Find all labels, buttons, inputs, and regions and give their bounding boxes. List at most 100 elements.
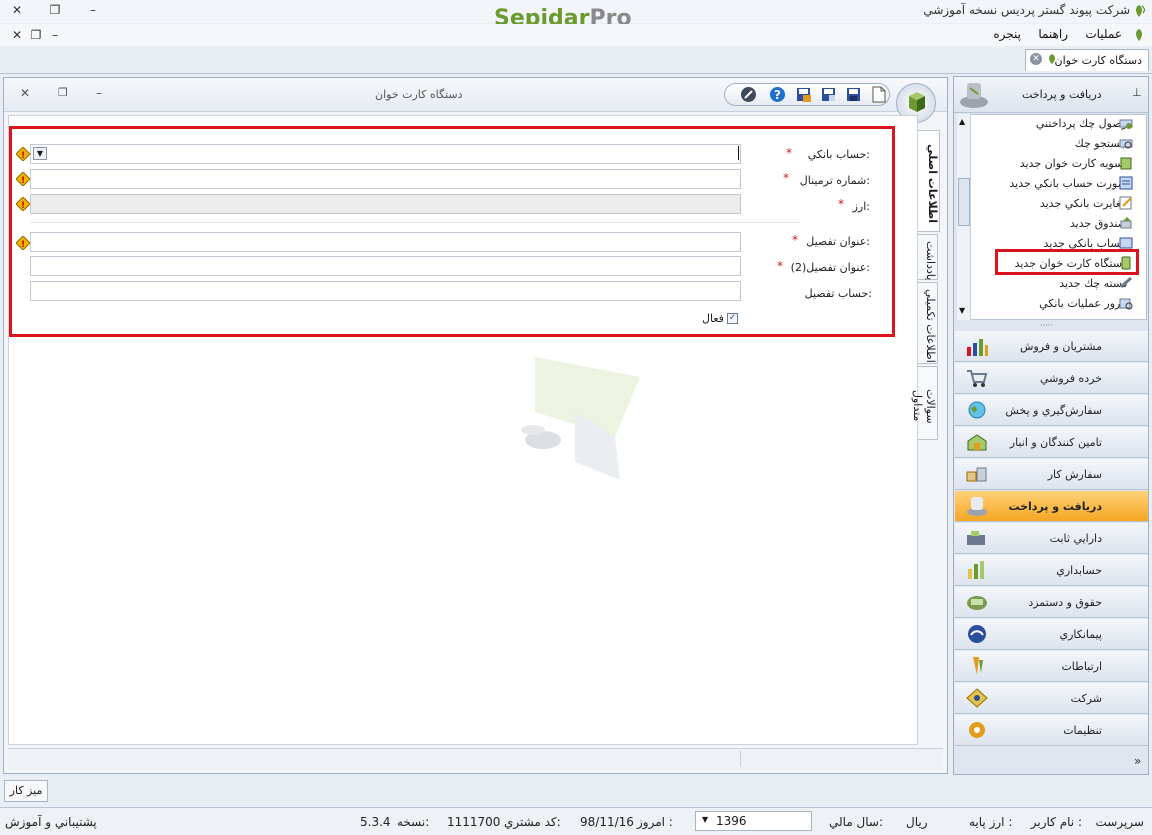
- scroll-up-icon[interactable]: ▲: [959, 117, 965, 126]
- customer-code-value: 1111700: [447, 815, 501, 829]
- nav-label: تنظيمات: [1063, 724, 1102, 737]
- vtab-extra-info[interactable]: اطلاعات تکميلي: [918, 282, 938, 364]
- list-item[interactable]: وصول چك پرداختني: [1036, 117, 1127, 130]
- reconcile-icon: [1119, 196, 1133, 210]
- payroll-icon: [965, 591, 989, 613]
- username-value: سرپرست: [1095, 815, 1144, 829]
- minimize-app-icon[interactable]: –: [84, 2, 102, 18]
- fiscal-year-value: 1396: [716, 814, 747, 828]
- nav-label: سفارش کار: [1047, 468, 1102, 481]
- base-currency-value: ريال: [906, 815, 928, 829]
- tab-card-reader[interactable]: دستگاه کارت خوان: [1025, 49, 1149, 71]
- detail-account-input[interactable]: [30, 281, 741, 301]
- highlight-box-list-item: [995, 249, 1139, 275]
- accounting-icon: [965, 559, 989, 581]
- pin-icon[interactable]: ⊥: [1132, 86, 1142, 99]
- bank-account-label: حساب بانکي:: [807, 148, 870, 161]
- nav-label: حقوق و دستمزد: [1028, 596, 1102, 609]
- cash-box-icon: [1119, 216, 1133, 230]
- terminal-number-input[interactable]: [30, 169, 741, 189]
- list-item[interactable]: مغايرت بانکي جديد: [1040, 197, 1127, 210]
- nav-label: حسابداري: [1056, 564, 1102, 577]
- warehouse-icon: [965, 431, 989, 453]
- receipt-payment-icon: [965, 495, 989, 517]
- vtab-faq[interactable]: سوالات متداول: [911, 366, 938, 440]
- close-tab-icon[interactable]: ✕: [1030, 53, 1042, 65]
- search-cheque-icon: [1119, 136, 1133, 150]
- menu-leaf-icon: [1133, 28, 1146, 45]
- bank-ops-icon: [1119, 296, 1133, 310]
- vtab-notes[interactable]: يادداشت: [918, 234, 938, 280]
- svg-text:?: ?: [774, 88, 781, 102]
- sales-chart-icon: [965, 335, 989, 357]
- list-item[interactable]: صورت حساب بانکي جديد: [1009, 177, 1127, 190]
- currency-label: ارز:: [852, 200, 870, 213]
- close-app-icon[interactable]: ✕: [8, 2, 26, 18]
- text-caret: [738, 146, 739, 160]
- cheque-icon: [1119, 116, 1133, 130]
- splitter-grip[interactable]: ·····: [1040, 321, 1053, 330]
- save-close-icon[interactable]: [795, 86, 812, 103]
- scroll-down-icon[interactable]: ▼: [959, 306, 965, 315]
- nav-panel-title: دريافت و پرداخت: [1022, 88, 1102, 101]
- svg-text:!: !: [21, 240, 25, 250]
- username-label: نام کاربر :: [1030, 815, 1082, 829]
- tools-icon[interactable]: [740, 86, 757, 103]
- svg-text:!: !: [21, 201, 25, 211]
- close-window-icon[interactable]: ✕: [8, 27, 26, 43]
- form-minimize-icon[interactable]: –: [96, 86, 102, 100]
- new-document-icon[interactable]: [870, 86, 887, 103]
- active-checkbox[interactable]: ✓: [727, 313, 738, 324]
- terminal-label: شماره ترمينال:: [799, 174, 870, 187]
- required-mark: *: [786, 146, 792, 160]
- menu-window[interactable]: پنجره: [993, 27, 1021, 41]
- form-divider: [30, 222, 800, 223]
- save-icon[interactable]: [845, 86, 862, 103]
- menu-operations[interactable]: عمليات: [1085, 27, 1122, 41]
- settle-card-icon: [1119, 156, 1133, 170]
- bank-account-combo[interactable]: [30, 144, 741, 164]
- detail-title-label: عنوان تفصيل:: [806, 235, 870, 248]
- support-link[interactable]: پشتيباني و آموزش: [5, 815, 97, 829]
- statement-icon: [1119, 176, 1133, 190]
- nav-label: دارايي ثابت: [1049, 532, 1102, 545]
- svg-text:!: !: [21, 151, 25, 161]
- menu-help[interactable]: راهنما: [1038, 27, 1068, 41]
- bank-account-dropdown-icon[interactable]: ▼: [33, 147, 47, 160]
- communications-icon: [965, 655, 989, 677]
- chevron-down-icon: ▼: [702, 815, 709, 824]
- form-close-icon[interactable]: ✕: [20, 86, 30, 100]
- shopping-cart-icon: [965, 367, 989, 389]
- receipt-payment-header-icon: [958, 80, 990, 110]
- save-new-icon[interactable]: [820, 86, 837, 103]
- work-order-icon: [965, 463, 989, 485]
- nav-label: پيمانكاري: [1059, 628, 1102, 641]
- nav-label: مشتريان و فروش: [1020, 340, 1102, 353]
- scroll-thumb[interactable]: [958, 178, 970, 226]
- nav-label: شرکت: [1070, 692, 1102, 705]
- contracting-icon: [965, 623, 989, 645]
- warning-icon: !: [15, 235, 31, 251]
- required-mark: *: [783, 171, 789, 185]
- fiscal-year-select[interactable]: ▼ 1396: [695, 811, 812, 831]
- nav-label: ارتباطات: [1061, 660, 1102, 673]
- restore-app-icon[interactable]: ❐: [46, 2, 64, 18]
- svg-text:!: !: [21, 176, 25, 186]
- form-restore-icon[interactable]: ❐: [58, 86, 68, 99]
- expand-panel-icon[interactable]: »: [1134, 754, 1141, 768]
- restore-window-icon[interactable]: ❐: [27, 27, 45, 43]
- customer-code-label: کد مشتري:: [504, 815, 561, 829]
- detail-title-input[interactable]: [30, 232, 741, 252]
- minimize-window-icon[interactable]: –: [46, 27, 64, 43]
- desktop-button[interactable]: ميز كار: [4, 780, 48, 802]
- detail-title2-input[interactable]: [30, 256, 741, 276]
- company-title: شرکت پيوند گستر پرديس نسخه آموزشي: [923, 3, 1130, 17]
- tab-leaf-icon: [1047, 53, 1058, 68]
- list-item[interactable]: تسويه کارت خوان جديد: [1020, 157, 1127, 170]
- warning-icon: !: [15, 196, 31, 212]
- help-icon[interactable]: ?: [769, 86, 786, 103]
- form-window-title: دستگاه کارت خوان: [375, 88, 463, 101]
- list-item[interactable]: مرور عمليات بانکي: [1039, 297, 1127, 310]
- list-item[interactable]: دسته چك جديد: [1059, 277, 1127, 290]
- vtab-main-info[interactable]: اطلاعات اصلي: [918, 130, 940, 232]
